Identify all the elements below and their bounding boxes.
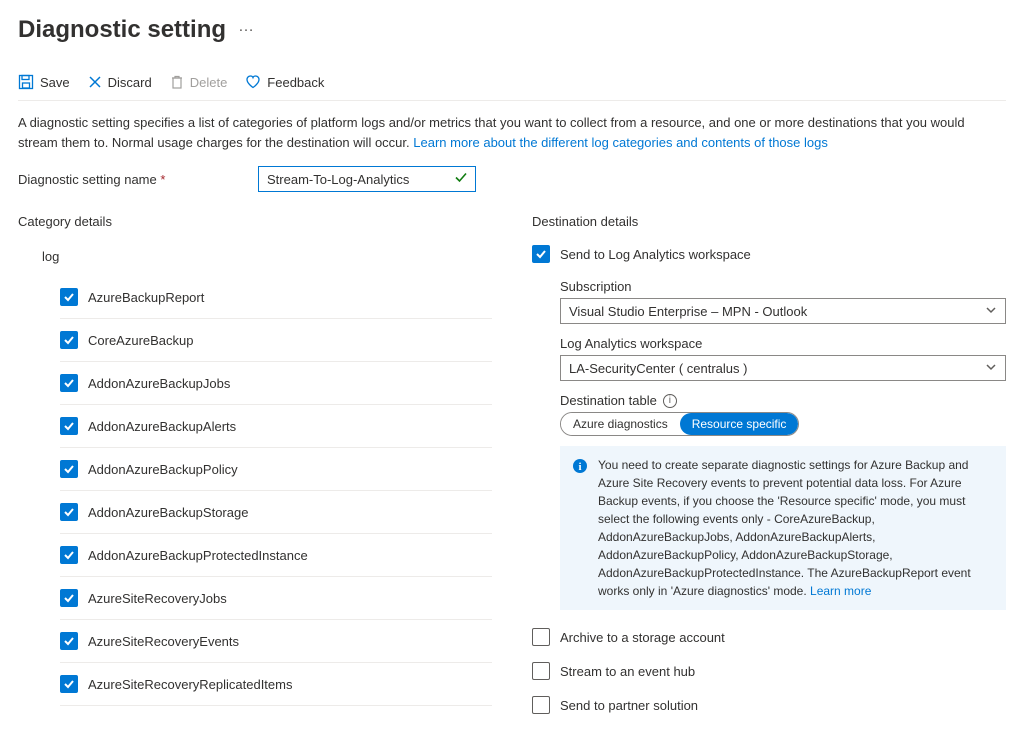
info-icon[interactable]: i — [663, 394, 677, 408]
subscription-label: Subscription — [560, 279, 1006, 294]
log-item: AzureSiteRecoveryJobs — [60, 577, 492, 620]
heart-icon — [245, 74, 261, 90]
send-log-analytics-label: Send to Log Analytics workspace — [560, 247, 751, 262]
workspace-select[interactable]: LA-SecurityCenter ( centralus ) — [560, 355, 1006, 381]
log-item: AddonAzureBackupProtectedInstance — [60, 534, 492, 577]
info-icon: i — [572, 458, 588, 600]
info-box: i You need to create separate diagnostic… — [560, 446, 1006, 610]
send-partner-checkbox[interactable] — [532, 696, 550, 714]
log-header: log — [18, 245, 492, 276]
log-checkbox[interactable] — [60, 288, 78, 306]
log-label: CoreAzureBackup — [88, 333, 194, 348]
toggle-resource-specific[interactable]: Resource specific — [680, 413, 799, 435]
category-heading: Category details — [18, 214, 492, 229]
log-label: AzureBackupReport — [88, 290, 204, 305]
send-log-analytics-checkbox[interactable] — [532, 245, 550, 263]
save-icon — [18, 74, 34, 90]
log-checkbox[interactable] — [60, 589, 78, 607]
archive-storage-checkbox[interactable] — [532, 628, 550, 646]
setting-name-label: Diagnostic setting name * — [18, 172, 258, 187]
discard-label: Discard — [108, 75, 152, 90]
chevron-down-icon — [985, 361, 997, 376]
toolbar: Save Discard Delete Feedback — [18, 68, 1006, 101]
workspace-label: Log Analytics workspace — [560, 336, 1006, 351]
log-item: AddonAzureBackupStorage — [60, 491, 492, 534]
destination-heading: Destination details — [532, 214, 1006, 229]
description-text: A diagnostic setting specifies a list of… — [18, 113, 1006, 152]
page-title: Diagnostic setting — [18, 16, 226, 44]
log-label: AddonAzureBackupProtectedInstance — [88, 548, 308, 563]
discard-button[interactable]: Discard — [88, 74, 152, 90]
archive-storage-label: Archive to a storage account — [560, 630, 725, 645]
log-label: AddonAzureBackupJobs — [88, 376, 230, 391]
info-learn-more-link[interactable]: Learn more — [810, 584, 871, 598]
delete-button: Delete — [170, 74, 228, 90]
feedback-button[interactable]: Feedback — [245, 74, 324, 90]
log-item: AzureSiteRecoveryReplicatedItems — [60, 663, 492, 706]
feedback-label: Feedback — [267, 75, 324, 90]
log-item: AddonAzureBackupAlerts — [60, 405, 492, 448]
log-checkbox[interactable] — [60, 331, 78, 349]
more-menu-icon[interactable]: … — [238, 18, 254, 42]
log-checkbox[interactable] — [60, 632, 78, 650]
log-checkbox[interactable] — [60, 417, 78, 435]
log-checkbox[interactable] — [60, 546, 78, 564]
dest-table-label: Destination table — [560, 393, 657, 408]
log-item: AddonAzureBackupPolicy — [60, 448, 492, 491]
setting-name-input[interactable] — [258, 166, 476, 192]
log-item: AzureSiteRecoveryEvents — [60, 620, 492, 663]
subscription-select[interactable]: Visual Studio Enterprise – MPN - Outlook — [560, 298, 1006, 324]
log-label: AzureSiteRecoveryReplicatedItems — [88, 677, 292, 692]
save-button[interactable]: Save — [18, 74, 70, 90]
dest-table-toggle: Azure diagnostics Resource specific — [560, 412, 799, 436]
svg-text:i: i — [578, 461, 581, 473]
log-checkbox[interactable] — [60, 460, 78, 478]
send-partner-label: Send to partner solution — [560, 698, 698, 713]
log-checkbox[interactable] — [60, 503, 78, 521]
trash-icon — [170, 75, 184, 89]
stream-eventhub-label: Stream to an event hub — [560, 664, 695, 679]
close-icon — [88, 75, 102, 89]
save-label: Save — [40, 75, 70, 90]
stream-eventhub-checkbox[interactable] — [532, 662, 550, 680]
log-label: AddonAzureBackupPolicy — [88, 462, 238, 477]
valid-check-icon — [454, 171, 468, 188]
log-label: AddonAzureBackupStorage — [88, 505, 248, 520]
log-item: AzureBackupReport — [60, 276, 492, 319]
log-checkbox[interactable] — [60, 675, 78, 693]
log-label: AddonAzureBackupAlerts — [88, 419, 236, 434]
log-label: AzureSiteRecoveryJobs — [88, 591, 227, 606]
chevron-down-icon — [985, 304, 997, 319]
learn-more-link[interactable]: Learn more about the different log categ… — [413, 135, 828, 150]
log-item: CoreAzureBackup — [60, 319, 492, 362]
log-label: AzureSiteRecoveryEvents — [88, 634, 239, 649]
log-checkbox[interactable] — [60, 374, 78, 392]
log-item: AddonAzureBackupJobs — [60, 362, 492, 405]
delete-label: Delete — [190, 75, 228, 90]
toggle-azure-diagnostics[interactable]: Azure diagnostics — [561, 413, 680, 435]
